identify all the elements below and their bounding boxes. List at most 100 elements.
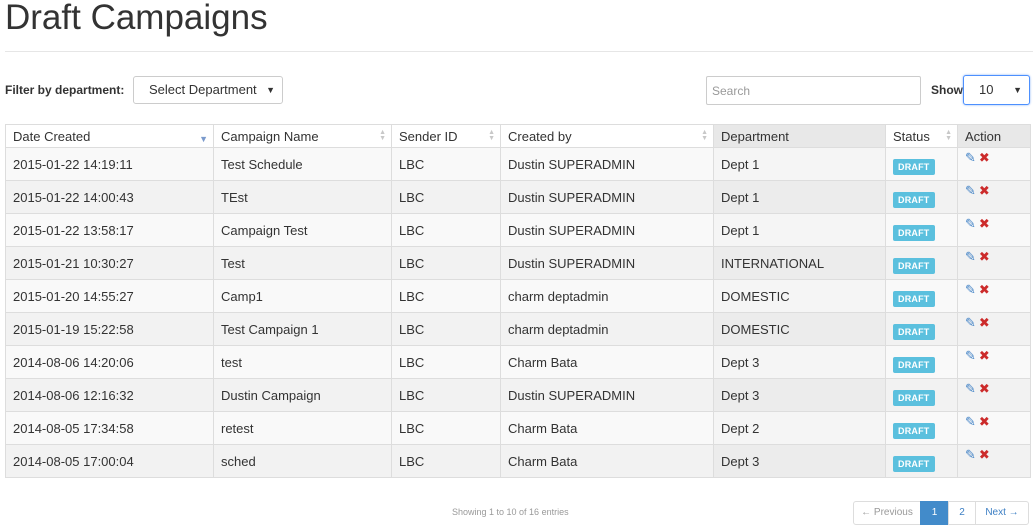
date-created-cell: 2015-01-20 14:55:27 [5,279,214,313]
created-by-cell: Dustin SUPERADMIN [500,378,714,412]
campaign-name-cell: TEst [213,180,392,214]
pagination: ← Previous 1 2 Next → [853,501,1029,525]
status-cell: DRAFT [885,180,958,214]
created-by-cell: Dustin SUPERADMIN [500,147,714,181]
action-cell: ✎ ✖ [957,312,1031,346]
pagination-page-1[interactable]: 1 [920,501,949,525]
column-header-created-by[interactable]: Created by ▲ ▼ [500,124,714,148]
edit-icon[interactable]: ✎ [965,282,976,298]
campaign-name-cell: test [213,345,392,379]
table-row: 2014-08-05 17:34:58 retest LBC Charm Bata De… [5,411,1031,445]
department-cell: Dept 1 [713,180,886,214]
delete-icon[interactable]: ✖ [979,348,990,364]
status-cell: DRAFT [885,312,958,346]
table-row: 2014-08-06 14:20:06 test LBC Charm Bata Dept… [5,345,1031,379]
edit-icon[interactable]: ✎ [965,414,976,430]
edit-icon[interactable]: ✎ [965,315,976,331]
status-badge: DRAFT [893,390,935,406]
department-cell: Dept 3 [713,444,886,478]
delete-icon[interactable]: ✖ [979,183,990,199]
column-header-sender-id[interactable]: Sender ID ▲ ▼ [391,124,501,148]
sort-icon: ▲ ▼ [945,129,952,142]
date-created-cell: 2015-01-22 14:19:11 [5,147,214,181]
action-cell: ✎ ✖ [957,444,1031,478]
department-cell: Dept 2 [713,411,886,445]
search-input[interactable] [706,76,921,105]
caret-down-icon: ▼ [266,85,275,95]
sort-icon: ▲ ▼ [488,129,495,142]
sender-id-cell: LBC [391,213,501,247]
delete-icon[interactable]: ✖ [979,315,990,331]
draft-campaigns-table: Date Created ▼ Campaign Name ▲ ▼ Sender I… [5,124,1031,478]
column-header-action: Action [957,124,1031,148]
date-created-cell: 2015-01-22 13:58:17 [5,213,214,247]
table-row: 2015-01-22 14:19:11 Test Schedule LBC Dusti… [5,147,1031,181]
status-badge: DRAFT [893,423,935,439]
date-created-cell: 2014-08-06 14:20:06 [5,345,214,379]
status-cell: DRAFT [885,345,958,379]
edit-icon[interactable]: ✎ [965,381,976,397]
table-info: Showing 1 to 10 of 16 entries [452,507,569,517]
campaign-name-cell: sched [213,444,392,478]
column-header-department[interactable]: Department [713,124,886,148]
department-cell: Dept 3 [713,378,886,412]
action-cell: ✎ ✖ [957,345,1031,379]
status-cell: DRAFT [885,279,958,313]
delete-icon[interactable]: ✖ [979,381,990,397]
status-cell: DRAFT [885,213,958,247]
delete-icon[interactable]: ✖ [979,447,990,463]
action-cell: ✎ ✖ [957,378,1031,412]
action-cell: ✎ ✖ [957,180,1031,214]
status-cell: DRAFT [885,444,958,478]
delete-icon[interactable]: ✖ [979,414,990,430]
page-length-select[interactable]: 10 ▼ [963,75,1030,105]
date-created-cell: 2014-08-05 17:00:04 [5,444,214,478]
status-badge: DRAFT [893,192,935,208]
status-badge: DRAFT [893,291,935,307]
sender-id-cell: LBC [391,345,501,379]
status-cell: DRAFT [885,147,958,181]
status-cell: DRAFT [885,378,958,412]
department-cell: Dept 1 [713,147,886,181]
edit-icon[interactable]: ✎ [965,348,976,364]
delete-icon[interactable]: ✖ [979,282,990,298]
caret-down-icon: ▼ [1013,85,1022,95]
column-header-date-created[interactable]: Date Created ▼ [5,124,214,148]
column-header-campaign-name[interactable]: Campaign Name ▲ ▼ [213,124,392,148]
date-created-cell: 2015-01-22 14:00:43 [5,180,214,214]
delete-icon[interactable]: ✖ [979,216,990,232]
column-header-status[interactable]: Status ▲ ▼ [885,124,958,148]
table-row: 2015-01-21 10:30:27 Test LBC Dustin SUPERAD… [5,246,1031,280]
edit-icon[interactable]: ✎ [965,183,976,199]
campaign-name-cell: Test Campaign 1 [213,312,392,346]
sort-icon: ▲ ▼ [379,129,386,142]
table-header-row: Date Created ▼ Campaign Name ▲ ▼ Sender I… [5,124,1031,148]
created-by-cell: Dustin SUPERADMIN [500,246,714,280]
edit-icon[interactable]: ✎ [965,249,976,265]
page-title: Draft Campaigns [5,0,268,37]
sort-icon: ▲ ▼ [701,129,708,142]
date-created-cell: 2015-01-19 15:22:58 [5,312,214,346]
status-cell: DRAFT [885,411,958,445]
pagination-next-button[interactable]: Next → [975,501,1029,525]
edit-icon[interactable]: ✎ [965,447,976,463]
sender-id-cell: LBC [391,279,501,313]
edit-icon[interactable]: ✎ [965,150,976,166]
pagination-page-2[interactable]: 2 [948,501,976,525]
sender-id-cell: LBC [391,378,501,412]
status-cell: DRAFT [885,246,958,280]
campaign-name-cell: Campaign Test [213,213,392,247]
edit-icon[interactable]: ✎ [965,216,976,232]
department-select[interactable]: Select Department ▼ [133,76,283,104]
delete-icon[interactable]: ✖ [979,150,990,166]
department-cell: DOMESTIC [713,279,886,313]
table-row: 2015-01-20 14:55:27 Camp1 LBC charm deptadm… [5,279,1031,313]
status-badge: DRAFT [893,159,935,175]
delete-icon[interactable]: ✖ [979,249,990,265]
pagination-previous-button[interactable]: ← Previous [853,501,921,525]
status-badge: DRAFT [893,258,935,274]
sender-id-cell: LBC [391,312,501,346]
table-row: 2015-01-22 14:00:43 TEst LBC Dustin SUPERAD… [5,180,1031,214]
campaign-name-cell: Test [213,246,392,280]
campaign-name-cell: retest [213,411,392,445]
